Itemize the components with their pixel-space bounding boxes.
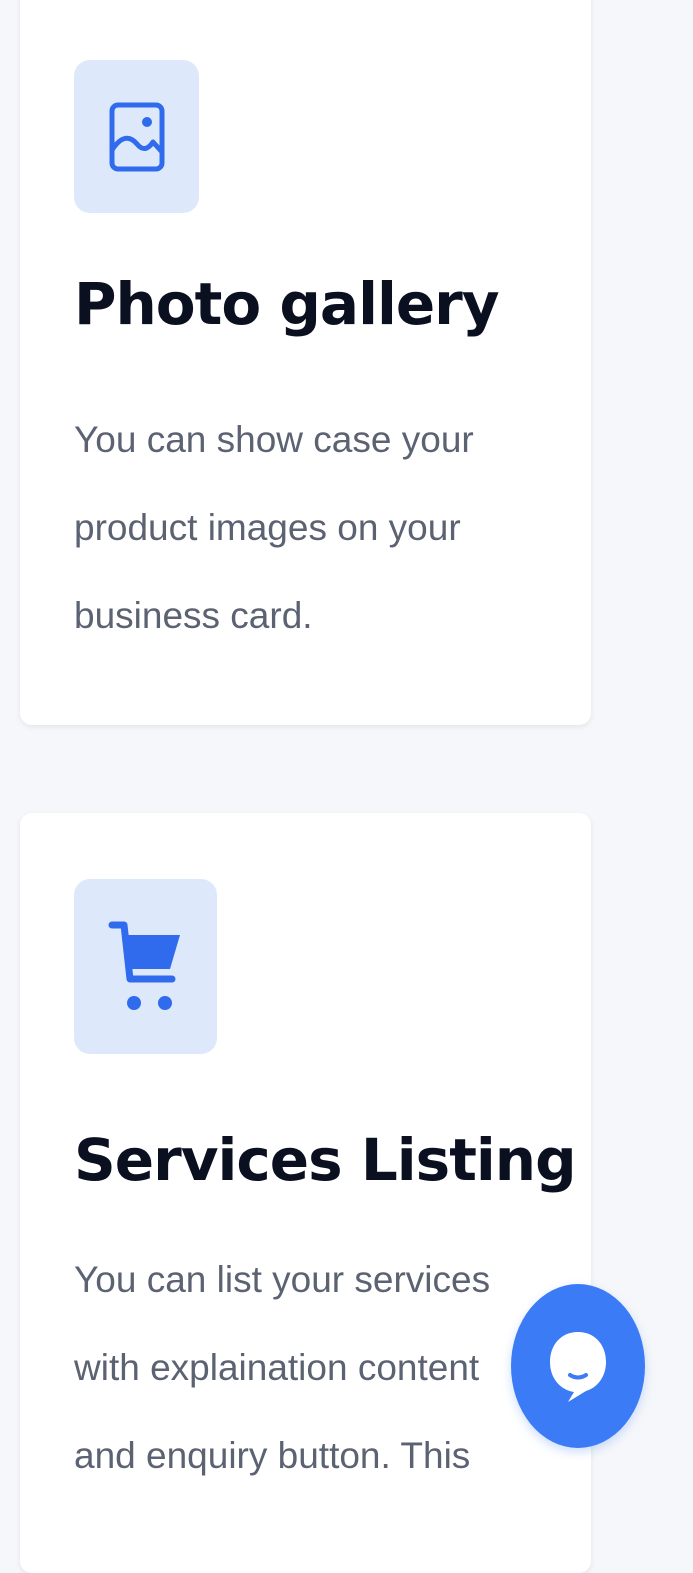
- description-line: with explaination content: [74, 1347, 480, 1388]
- description-line: You can list your services: [74, 1259, 491, 1300]
- shopping-cart-icon: [108, 921, 180, 1010]
- card-title: Services Listing: [74, 1126, 577, 1194]
- chat-bubble-icon: [550, 1332, 606, 1402]
- card-description: You can list your services with explaina…: [74, 1236, 514, 1500]
- description-line: and enquiry button. This: [74, 1435, 471, 1476]
- card-title: Photo gallery: [74, 270, 500, 338]
- feature-card-photo-gallery: Photo gallery You can show case your pro…: [20, 0, 591, 725]
- image-icon: [109, 102, 164, 171]
- chat-button[interactable]: [511, 1284, 645, 1448]
- description-line: business card.: [74, 595, 313, 636]
- icon-tile: [74, 879, 217, 1054]
- icon-tile: [74, 60, 199, 213]
- description-line: You can show case your: [74, 419, 474, 460]
- feature-card-services-listing: Services Listing You can list your servi…: [20, 813, 591, 1573]
- card-description: You can show case your product images on…: [74, 396, 514, 660]
- description-line: product images on your: [74, 507, 461, 548]
